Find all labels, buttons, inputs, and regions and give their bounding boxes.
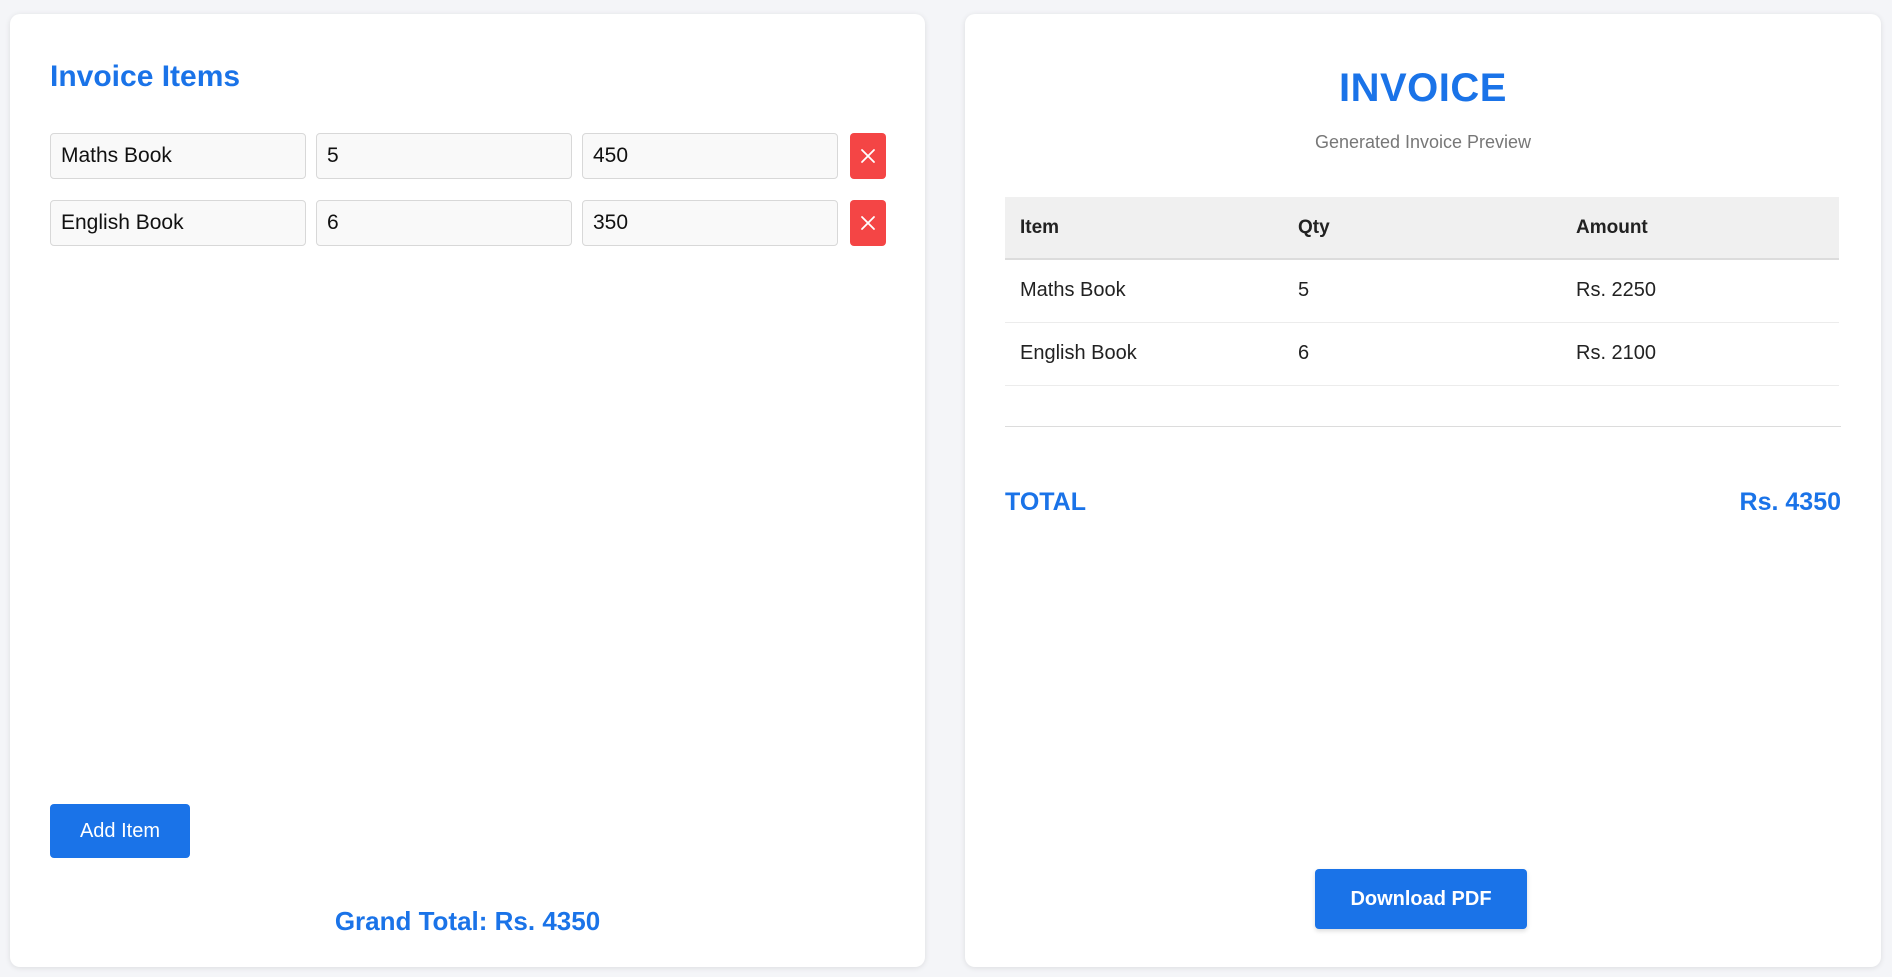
invoice-preview-panel: INVOICE Generated Invoice Preview Item Q… <box>965 14 1881 967</box>
column-header-qty: Qty <box>1283 197 1561 260</box>
total-label: TOTAL <box>1005 488 1087 516</box>
item-row <box>50 133 886 179</box>
table-row: English Book 6 Rs. 2100 <box>1005 322 1839 386</box>
cell-amount: Rs. 2250 <box>1561 259 1839 323</box>
invoice-title: INVOICE <box>1339 66 1507 110</box>
app-root: Invoice Items Add Item Grand Total: Rs. … <box>0 0 1892 977</box>
cell-item: English Book <box>1005 322 1283 386</box>
item-qty-input[interactable] <box>316 200 572 246</box>
item-price-input[interactable] <box>582 200 838 246</box>
item-name-input[interactable] <box>50 200 306 246</box>
item-name-input[interactable] <box>50 133 306 179</box>
column-header-amount: Amount <box>1561 197 1839 260</box>
grand-total: Grand Total: Rs. 4350 <box>334 906 601 936</box>
cell-amount: Rs. 2100 <box>1561 322 1839 386</box>
cell-qty: 6 <box>1283 322 1561 386</box>
invoice-editor-panel: Invoice Items Add Item Grand Total: Rs. … <box>10 14 925 967</box>
close-icon <box>861 149 875 163</box>
total-value: Rs. 4350 <box>1739 488 1841 516</box>
delete-item-button[interactable] <box>850 133 886 179</box>
item-row <box>50 200 886 246</box>
add-item-button[interactable]: Add Item <box>50 804 190 858</box>
editor-title: Invoice Items <box>50 60 241 93</box>
cell-item: Maths Book <box>1005 259 1283 323</box>
divider <box>1005 426 1841 427</box>
close-icon <box>861 216 875 230</box>
table-row: Maths Book 5 Rs. 2250 <box>1005 259 1839 323</box>
download-pdf-button[interactable]: Download PDF <box>1315 869 1527 929</box>
invoice-table: Item Qty Amount Maths Book 5 Rs. 2250 En… <box>1005 197 1839 386</box>
cell-qty: 5 <box>1283 259 1561 323</box>
table-header-row: Item Qty Amount <box>1005 197 1839 260</box>
invoice-subtitle: Generated Invoice Preview <box>1314 132 1532 152</box>
item-price-input[interactable] <box>582 133 838 179</box>
delete-item-button[interactable] <box>850 200 886 246</box>
item-qty-input[interactable] <box>316 133 572 179</box>
column-header-item: Item <box>1005 197 1283 260</box>
